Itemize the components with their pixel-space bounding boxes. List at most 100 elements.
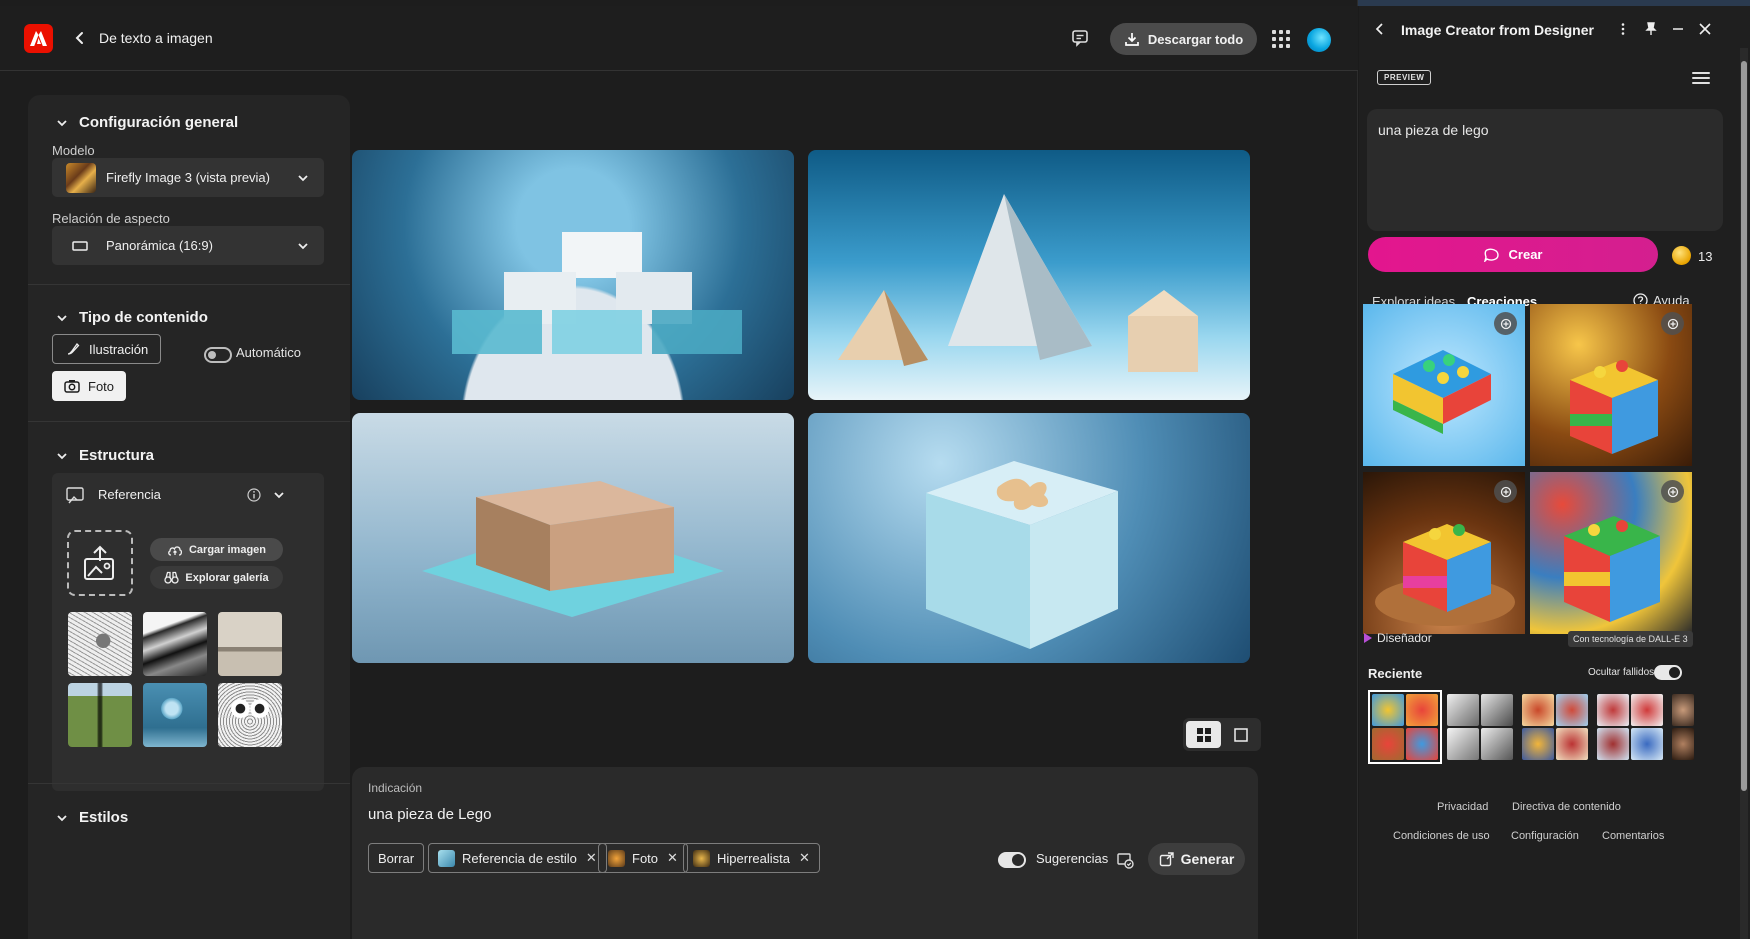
footer-content-policy[interactable]: Directiva de contenido (1512, 801, 1621, 813)
back-chevron-icon[interactable] (72, 30, 88, 46)
download-all-button[interactable]: Descargar todo (1110, 23, 1257, 55)
designer-logo-icon (1364, 633, 1372, 643)
info-icon[interactable] (247, 488, 261, 502)
binoculars-icon (164, 571, 180, 584)
side-scrollbar-thumb[interactable] (1741, 61, 1747, 791)
boost-coin-icon (1672, 246, 1691, 265)
generated-image-4[interactable] (808, 413, 1250, 663)
aspect-ratio-label: Relación de aspecto (52, 211, 170, 226)
hamburger-menu-icon[interactable] (1692, 72, 1710, 84)
aspect-ratio-value: Panorámica (16:9) (106, 238, 213, 253)
view-toggle (1183, 718, 1261, 751)
user-avatar[interactable] (1307, 28, 1331, 52)
chevron-down-icon (57, 314, 67, 321)
side-prompt-input[interactable]: una pieza de lego (1367, 109, 1723, 231)
prompt-input[interactable]: una pieza de Lego (368, 806, 491, 823)
reference-thumb-road[interactable] (68, 683, 132, 747)
explore-gallery-label: Explorar galería (185, 571, 269, 584)
recent-set-computers[interactable] (1445, 692, 1515, 762)
suggestions-toggle[interactable] (998, 852, 1026, 868)
structure-title: Estructura (79, 447, 155, 464)
reference-thumb-owl-sketch[interactable] (218, 683, 282, 747)
photo-button[interactable]: Foto (52, 371, 127, 401)
single-view-button[interactable] (1223, 721, 1258, 748)
reference-thumb-bird-sketch[interactable] (68, 612, 132, 676)
grid-view-button[interactable] (1186, 721, 1221, 748)
hide-failed-toggle[interactable] (1654, 665, 1682, 680)
content-type-header[interactable]: Tipo de contenido (55, 309, 208, 326)
model-dropdown[interactable]: Firefly Image 3 (vista previa) (52, 158, 324, 197)
creation-image-4[interactable] (1530, 472, 1692, 634)
footer-settings[interactable]: Configuración (1511, 830, 1579, 842)
chevron-down-icon (298, 175, 308, 182)
upload-image-button[interactable]: Cargar imagen (150, 538, 283, 561)
footer-feedback[interactable]: Comentarios (1602, 830, 1664, 842)
generated-image-1[interactable] (352, 150, 794, 400)
chevron-down-icon (57, 119, 67, 126)
tag-photo-label: Foto (632, 850, 659, 866)
more-options-icon[interactable] (1616, 22, 1630, 36)
generated-image-2[interactable] (808, 150, 1250, 400)
side-panel-header: Image Creator from Designer (1359, 6, 1750, 54)
reference-thumb-living-room[interactable] (218, 612, 282, 676)
tag-photo[interactable]: Foto ✕ (598, 843, 688, 873)
hyperrealistic-thumb (693, 849, 710, 867)
pin-icon[interactable] (1644, 22, 1658, 36)
save-collection-icon[interactable] (1494, 480, 1517, 503)
content-credentials-icon[interactable] (1116, 851, 1134, 869)
feedback-icon[interactable] (1070, 28, 1090, 48)
minimize-icon[interactable] (1671, 22, 1685, 36)
clear-button[interactable]: Borrar (368, 843, 425, 873)
recent-set-characters[interactable] (1520, 692, 1590, 762)
footer-privacy[interactable]: Privacidad (1437, 801, 1488, 813)
upload-image-icon (84, 545, 114, 580)
upload-dropzone[interactable] (67, 530, 133, 596)
remove-tag-icon[interactable]: ✕ (799, 850, 810, 866)
adobe-logo-icon[interactable] (24, 24, 53, 53)
creation-image-1[interactable] (1363, 304, 1525, 466)
generated-image-3[interactable] (352, 413, 794, 663)
prompt-box: Indicación una pieza de Lego Borrar Refe… (352, 767, 1258, 939)
reference-thumb-sphere[interactable] (143, 683, 207, 747)
styles-header[interactable]: Estilos (55, 809, 128, 826)
back-chevron-icon[interactable] (1373, 22, 1387, 36)
aspect-ratio-dropdown[interactable]: Panorámica (16:9) (52, 226, 324, 265)
recent-set-heroes[interactable] (1595, 692, 1665, 762)
create-button[interactable]: Crear (1368, 237, 1658, 272)
save-collection-icon[interactable] (1494, 312, 1517, 335)
save-collection-icon[interactable] (1661, 480, 1684, 503)
generate-button[interactable]: Generar (1148, 843, 1245, 875)
general-settings-header[interactable]: Configuración general (55, 114, 238, 131)
page-title: De texto a imagen (99, 30, 213, 46)
chevron-down-icon (57, 814, 67, 821)
tag-style-reference-label: Referencia de estilo (462, 850, 577, 866)
close-icon[interactable] (1698, 22, 1712, 36)
hide-failed-label: Ocultar fallidos (1588, 667, 1655, 678)
creation-image-2[interactable] (1530, 304, 1692, 466)
recent-set-lego[interactable] (1368, 690, 1442, 764)
illustration-button[interactable]: Ilustración (52, 334, 162, 364)
remove-tag-icon[interactable]: ✕ (586, 850, 597, 866)
tag-style-reference[interactable]: Referencia de estilo ✕ (428, 843, 607, 873)
automatic-toggle[interactable] (204, 347, 232, 363)
illustration-label: Ilustración (89, 341, 149, 357)
reference-thumb-mountains[interactable] (143, 612, 207, 676)
explore-gallery-button[interactable]: Explorar galería (150, 566, 283, 589)
recent-set-portraits[interactable] (1670, 692, 1696, 762)
save-collection-icon[interactable] (1661, 312, 1684, 335)
brush-icon (67, 342, 80, 355)
prompt-label: Indicación (368, 781, 423, 795)
chevron-down-icon[interactable] (272, 488, 286, 502)
creation-image-3[interactable] (1363, 472, 1525, 634)
footer-terms[interactable]: Condiciones de uso (1393, 830, 1490, 842)
section-divider (28, 783, 350, 784)
camera-icon (64, 380, 80, 393)
recent-label: Reciente (1368, 666, 1423, 681)
tag-hyperrealistic[interactable]: Hiperrealista ✕ (683, 843, 820, 873)
apps-grid-icon[interactable] (1272, 30, 1290, 48)
remove-tag-icon[interactable]: ✕ (667, 850, 678, 866)
structure-header[interactable]: Estructura (55, 447, 154, 464)
model-thumbnail (66, 162, 96, 193)
model-label: Modelo (52, 143, 95, 158)
image-creator-panel: Image Creator from Designer PREVIEW una … (1359, 6, 1750, 939)
